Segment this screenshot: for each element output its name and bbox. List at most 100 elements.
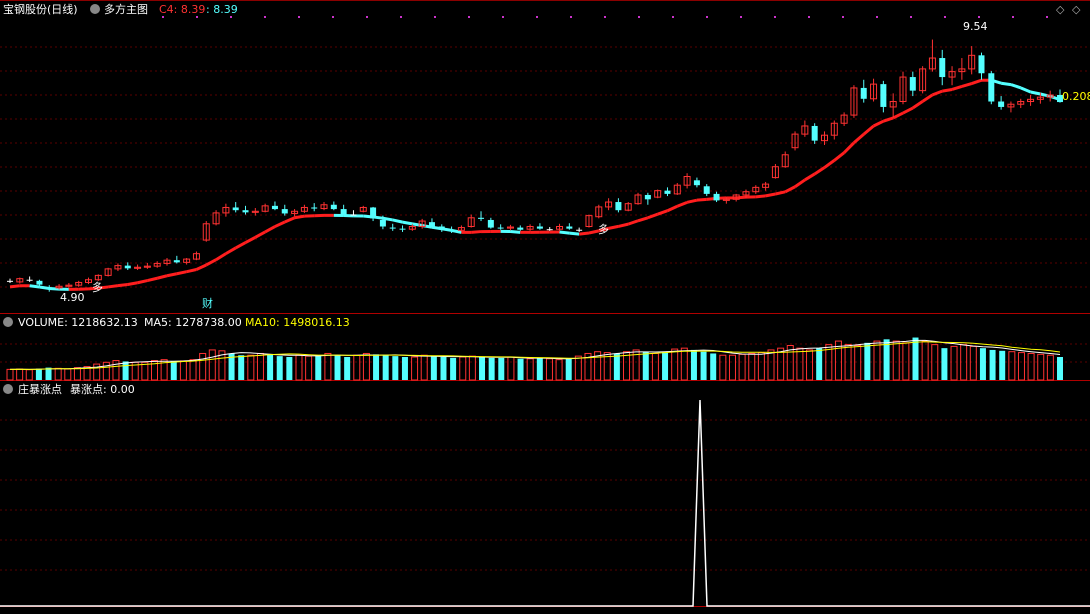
signal-dot — [706, 16, 708, 18]
trend-segment — [1010, 83, 1022, 90]
volume-bar — [748, 352, 756, 381]
trend-segment — [166, 272, 178, 278]
panel-options-icon[interactable]: ◇ — [1056, 3, 1065, 16]
trend-segment — [736, 195, 747, 200]
stock-title[interactable]: 宝钢股份(日线) — [3, 2, 78, 16]
trend-segment — [264, 225, 276, 234]
stock-chart: 宝钢股份(日线) 多方主图 C4: 8.39 : 8.39 ◇ ◇ 9.54 4… — [0, 0, 1090, 607]
volume-bar — [873, 340, 881, 381]
trend-segment — [9, 284, 20, 289]
trend-segment — [195, 263, 207, 271]
trend-segment — [578, 231, 590, 236]
signal-dot — [298, 16, 300, 18]
panel-expand-icon[interactable]: ◇ — [1072, 3, 1081, 16]
volume-bar — [941, 348, 948, 380]
trend-segment — [921, 93, 934, 103]
signal-dot — [536, 16, 538, 18]
trend-segment — [765, 192, 776, 198]
candle-body — [487, 219, 494, 228]
indicator-dropdown-icon[interactable] — [90, 4, 100, 14]
signal-dot — [366, 16, 368, 18]
bottom-dropdown-icon[interactable] — [3, 384, 13, 394]
volume-bar — [16, 368, 24, 381]
indicator-name[interactable]: 多方主图 — [104, 2, 148, 16]
current-value-label: 0.208 — [1062, 90, 1090, 103]
volume-bar — [662, 351, 669, 380]
candle-body — [36, 280, 43, 285]
trend-segment — [294, 214, 305, 220]
volume-bar — [555, 359, 563, 381]
volume-bar — [690, 349, 697, 380]
trend-segment — [676, 200, 688, 208]
volume-bar — [864, 342, 871, 380]
volume-bar — [854, 345, 862, 381]
trend-segment — [882, 116, 894, 123]
high-price-label: 9.54 — [963, 20, 988, 33]
candle-body — [379, 219, 386, 227]
volume-bar — [912, 337, 919, 380]
signal-dot — [944, 16, 946, 18]
trend-segment — [775, 190, 786, 196]
candle-body — [860, 87, 867, 99]
signal-dot — [808, 16, 810, 18]
c4-label: C4: 8.39 — [159, 3, 205, 16]
volume-bar — [796, 347, 804, 381]
trend-segment — [274, 220, 286, 228]
trend-segment — [637, 216, 649, 223]
volume-bar — [1008, 351, 1016, 381]
trend-segment — [29, 284, 40, 289]
trend-segment — [951, 85, 963, 91]
trend-segment — [902, 106, 914, 115]
trend-segment — [559, 230, 570, 235]
volume-bar — [45, 367, 52, 380]
trend-segment — [931, 89, 943, 97]
candle-body — [448, 229, 455, 231]
candle-body — [242, 210, 249, 213]
signal-dot — [196, 16, 198, 18]
candle-body — [939, 58, 946, 78]
candle-body — [281, 209, 288, 214]
volume-bar — [680, 347, 688, 381]
ma5-label: MA5: 1278738.00 — [144, 316, 242, 329]
volume-bar — [969, 345, 977, 381]
signal-dot — [162, 16, 164, 18]
trend-segment — [225, 246, 237, 255]
candle-body — [664, 190, 671, 194]
volume-bar — [382, 355, 389, 380]
volume-bar — [892, 340, 900, 381]
candle-body — [615, 202, 622, 211]
trend-segment — [696, 197, 707, 202]
volume-dropdown-icon[interactable] — [3, 317, 13, 327]
signal-dot — [468, 16, 470, 18]
signal-dot — [910, 16, 912, 18]
volume-bar — [25, 369, 33, 381]
trend-segment — [244, 236, 257, 244]
trend-segment — [961, 82, 973, 88]
volume-bar — [719, 354, 727, 381]
signal-dot — [672, 16, 674, 18]
c4-value: : 8.39 — [206, 3, 238, 16]
candle-body — [350, 214, 357, 216]
candle-body — [909, 77, 916, 91]
signal-dot — [1012, 16, 1014, 18]
trend-segment — [852, 133, 865, 144]
candle-body — [271, 205, 278, 210]
bottom-panel-label: 庄暴涨点 — [18, 382, 62, 396]
candle-body — [311, 207, 318, 209]
volume-bar — [806, 349, 814, 381]
trend-segment — [205, 258, 217, 267]
signal-dot — [876, 16, 878, 18]
volume-bar — [950, 345, 958, 381]
candle-body — [998, 101, 1005, 107]
volume-bar — [324, 352, 332, 381]
volume-bar — [536, 357, 543, 380]
trend-segment — [107, 284, 119, 289]
spike-line — [0, 399, 1090, 607]
volume-bar — [700, 351, 707, 380]
trend-segment — [176, 270, 187, 276]
candle-body — [566, 226, 573, 229]
trend-segment — [862, 124, 875, 136]
trend-segment — [284, 216, 296, 224]
volume-bar — [305, 355, 313, 381]
candle-body — [26, 279, 33, 281]
